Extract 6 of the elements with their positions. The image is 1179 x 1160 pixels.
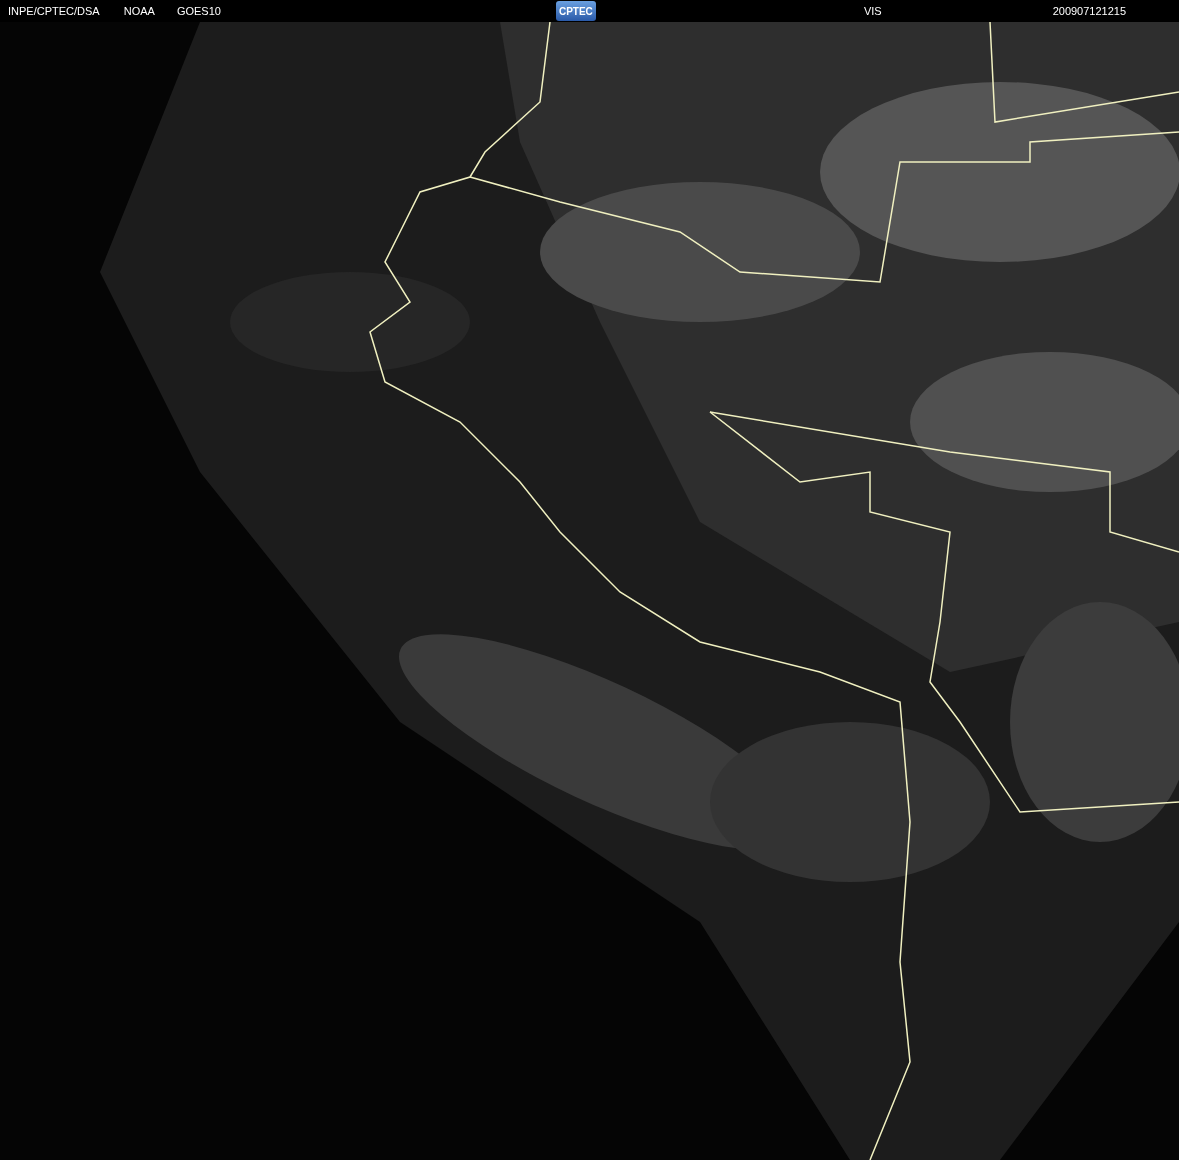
- channel-label: VIS: [863, 5, 882, 17]
- satellite-label: GOES10: [176, 5, 221, 17]
- source-label: INPE/CPTEC/DSA: [8, 5, 100, 17]
- logo: CPTEC: [555, 1, 596, 21]
- agency-label: NOAA: [123, 5, 155, 17]
- timestamp: 200907121215: [1052, 5, 1127, 17]
